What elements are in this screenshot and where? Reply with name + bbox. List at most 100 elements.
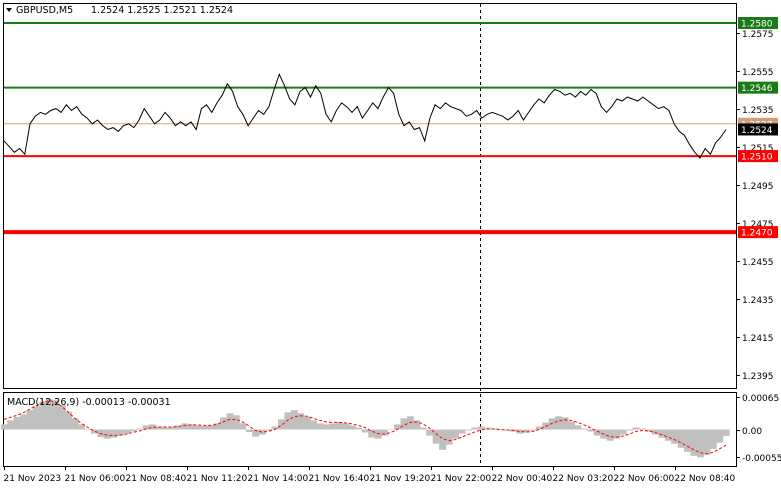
macd-bar <box>606 429 614 441</box>
x-tick-label: 21 Nov 08:40 <box>126 474 187 484</box>
x-tick-label: 21 Nov 2023 <box>4 474 62 484</box>
macd-bar <box>0 424 8 430</box>
level-label: 1.2546 <box>741 84 773 94</box>
chart-root: 1.2575 1.2555 1.2535 1.2515 1.2495 1.2475 1.24… <box>0 0 781 489</box>
macd-bar <box>722 429 730 437</box>
macd-bar <box>619 429 627 435</box>
macd-bar <box>684 429 691 452</box>
y-tick-label: 1.2575 <box>742 30 774 40</box>
macd-bar <box>626 429 633 431</box>
macd-bar <box>316 423 324 430</box>
symbol-title: GBPUSD,M5 <box>16 5 73 16</box>
level-labels: 1.25801.25461.25271.25241.25101.2470 <box>738 17 778 239</box>
macd-bar <box>471 427 479 430</box>
macd-bar <box>581 428 588 430</box>
macd-bar <box>310 420 318 430</box>
x-tick-label: 21 Nov 16:40 <box>309 474 370 484</box>
y-tick-label: 1.2415 <box>742 334 774 344</box>
macd-bar <box>26 410 34 430</box>
y-tick-label: 1.2455 <box>742 258 774 268</box>
ohlc-values: 1.2524 1.2525 1.2521 1.2524 <box>91 5 233 16</box>
macd-bar <box>71 418 79 430</box>
x-tick-label: 21 Nov 11:20 <box>187 474 248 484</box>
macd-bar <box>703 429 711 455</box>
macd-bar <box>329 423 337 430</box>
level-label: 1.2580 <box>741 20 773 30</box>
x-tick-label: 22 Nov 08:40 <box>675 474 736 484</box>
main-panel-frame <box>3 3 737 389</box>
macd-bar <box>664 429 672 441</box>
macd-y-tick-label: 0.00 <box>742 427 762 437</box>
macd-bar <box>709 429 717 449</box>
y-tick-label: 1.2535 <box>742 106 774 116</box>
macd-bar <box>110 429 118 438</box>
level-label: 1.2524 <box>741 126 773 136</box>
macd-y-tick-label: 0.00065 <box>742 394 779 404</box>
macd-bar <box>452 429 459 439</box>
y-tick-label: 1.2555 <box>742 68 774 78</box>
macd-bar <box>232 415 240 430</box>
macd-bar <box>464 429 472 431</box>
x-tick-label: 22 Nov 00:40 <box>492 474 553 484</box>
level-label: 1.2510 <box>741 153 773 163</box>
macd-bar <box>226 413 234 430</box>
macd-bar <box>194 425 202 430</box>
macd-bar <box>342 423 350 430</box>
y-tick-label: 1.2395 <box>742 372 774 382</box>
macd-bar <box>632 427 640 430</box>
macd-bar <box>84 429 92 430</box>
macd-bar <box>136 428 144 430</box>
macd-bar <box>220 417 227 430</box>
macd-y-tick-label: -0.00055 <box>742 454 781 464</box>
macd-bar <box>361 429 369 433</box>
macd-bar <box>651 429 659 435</box>
macd-bar <box>716 429 724 443</box>
macd-bar <box>13 416 21 430</box>
macd-bar <box>33 406 40 430</box>
macd-bar <box>129 429 137 432</box>
macd-bar <box>458 429 466 434</box>
macd-bar <box>7 420 15 430</box>
macd-bar <box>200 426 208 430</box>
macd-bar <box>368 429 376 438</box>
macd-bar <box>445 429 453 445</box>
macd-bar <box>639 428 646 430</box>
macd-bar <box>20 414 27 430</box>
macd-bar <box>548 418 556 430</box>
x-tick-label: 21 Nov 06:00 <box>65 474 126 484</box>
macd-bar <box>181 423 189 430</box>
macd-bar <box>303 416 311 430</box>
macd-bar <box>671 429 679 444</box>
x-tick-label: 21 Nov 22:00 <box>431 474 492 484</box>
y-tick-label: 1.2435 <box>742 296 774 306</box>
macd-bar <box>278 419 285 430</box>
macd-bar <box>394 424 401 430</box>
macd-bar <box>587 429 595 432</box>
macd-bar <box>290 410 298 430</box>
macd-bar <box>677 429 685 448</box>
y-tick-label: 1.2495 <box>742 182 774 192</box>
x-tick-label: 22 Nov 06:00 <box>614 474 675 484</box>
macd-bar <box>406 416 414 430</box>
x-tick-label: 21 Nov 14:00 <box>248 474 309 484</box>
macd-bar <box>529 429 537 431</box>
chart-svg: 1.25751.25551.25351.25151.24951.24751.24… <box>0 3 781 484</box>
macd-bar <box>555 416 563 430</box>
macd-bar <box>207 425 214 430</box>
macd-bar <box>245 429 253 432</box>
macd-bar <box>381 429 388 436</box>
macd-bar <box>161 427 169 430</box>
macd-bar <box>690 429 698 456</box>
macd-bar <box>103 429 111 439</box>
macd-bar <box>239 423 247 430</box>
macd-bar <box>561 417 569 430</box>
macd-bar <box>284 412 292 430</box>
y-axis: 1.25751.25551.25351.25151.24951.24751.24… <box>736 30 781 464</box>
macd-bar <box>568 421 575 430</box>
macd-bar <box>323 424 330 430</box>
macd-bar <box>419 427 427 430</box>
x-axis: 21 Nov 2023 21 Nov 06:00 21 Nov 08:40 21 No… <box>4 466 736 484</box>
x-tick-label: 21 Nov 19:20 <box>370 474 431 484</box>
macd-bar <box>574 425 582 430</box>
macd-title: MACD(12,26,9) -0.00013 -0.00031 <box>7 397 171 408</box>
